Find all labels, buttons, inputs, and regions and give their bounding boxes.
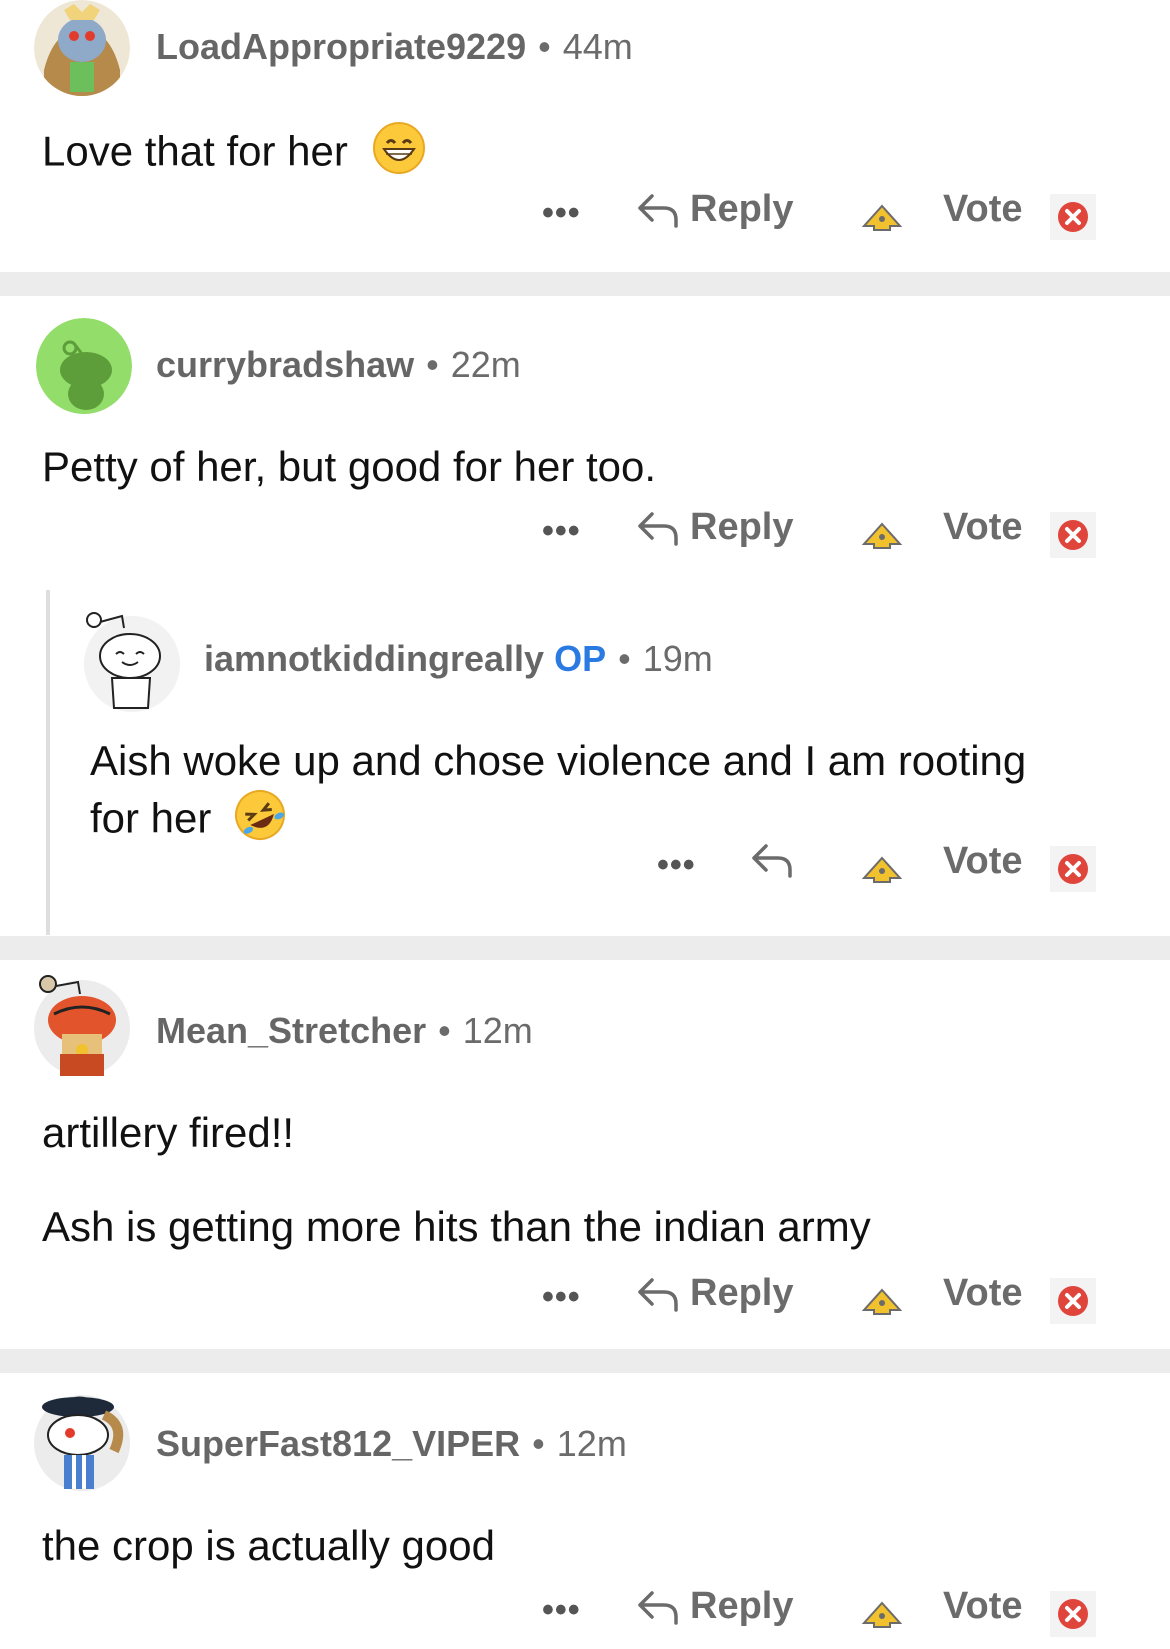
- downvote-icon[interactable]: [1050, 1278, 1096, 1324]
- downvote-icon[interactable]: [1050, 194, 1096, 240]
- reply-label: Reply: [690, 506, 794, 548]
- downvote-icon[interactable]: [1050, 1591, 1096, 1637]
- username[interactable]: SuperFast812_VIPER: [156, 1423, 520, 1464]
- vote-label: Vote: [943, 1585, 1023, 1627]
- timestamp: 19m: [642, 638, 713, 679]
- comment-5: SuperFast812_VIPER • 12m the crop is actua…: [0, 1373, 1170, 1649]
- reply-label: Reply: [690, 188, 794, 230]
- comment-divider: [0, 272, 1170, 296]
- comment-divider: [0, 936, 1170, 960]
- comment-actions: ••• Reply Vote: [0, 188, 1170, 248]
- downvote-icon[interactable]: [1050, 512, 1096, 558]
- upvote-icon[interactable]: [860, 522, 904, 550]
- comment-divider: [0, 1349, 1170, 1373]
- avatar[interactable]: [34, 975, 130, 1076]
- upvote-icon[interactable]: [860, 1601, 904, 1629]
- comment-1: LoadAppropriate9229 • 44m Love that for he…: [0, 0, 1170, 270]
- comment-meta: SuperFast812_VIPER • 12m: [156, 1423, 627, 1465]
- upvote-icon[interactable]: [860, 1288, 904, 1316]
- comment-text: Love that for her: [42, 127, 348, 175]
- comment-meta: Mean_Stretcher • 12m: [156, 1010, 533, 1052]
- vote-label: Vote: [943, 506, 1023, 548]
- more-options-icon[interactable]: •••: [542, 1591, 581, 1630]
- vote-label: Vote: [943, 840, 1023, 882]
- comment-actions: ••• Reply Vote: [0, 506, 1170, 566]
- reply-arrow-icon: [638, 193, 678, 228]
- reply-label: Reply: [690, 1272, 794, 1314]
- reply-arrow-icon: [638, 1590, 678, 1625]
- reply-button[interactable]: Reply: [636, 1585, 793, 1628]
- separator: •: [532, 1423, 545, 1464]
- reply-arrow-icon: [638, 511, 678, 546]
- avatar[interactable]: [34, 1395, 130, 1491]
- comment-text-line-1: Aish woke up and chose violence and I am…: [90, 737, 1027, 784]
- comment-meta: currybradshaw • 22m: [156, 344, 521, 386]
- comment-4: Mean_Stretcher • 12m artillery fired!! Ash…: [0, 960, 1170, 1345]
- avatar[interactable]: [36, 318, 132, 414]
- separator: •: [438, 1010, 451, 1051]
- username[interactable]: currybradshaw: [156, 344, 414, 385]
- comment-body-line-1: artillery fired!!: [42, 1109, 295, 1156]
- more-options-icon[interactable]: •••: [657, 846, 696, 885]
- reply-arrow-icon: [638, 1277, 678, 1312]
- reply-button[interactable]: Reply: [636, 506, 793, 549]
- downvote-icon[interactable]: [1050, 846, 1096, 892]
- comment-text-line-2: for her: [90, 794, 212, 842]
- avatar[interactable]: [84, 612, 180, 712]
- comment-body: Aish woke up and chose violence and I am…: [90, 734, 1026, 855]
- comment-actions: ••• Reply Vote: [0, 1272, 1170, 1332]
- reply-arrow-icon: [752, 844, 792, 878]
- timestamp: 12m: [462, 1010, 533, 1051]
- comment-meta: LoadAppropriate9229 • 44m: [156, 26, 633, 68]
- username[interactable]: iamnotkiddingreally: [204, 638, 544, 679]
- vote-label: Vote: [943, 188, 1023, 230]
- grinning-face-icon: [372, 121, 426, 188]
- separator: •: [538, 26, 551, 67]
- timestamp: 22m: [450, 344, 521, 385]
- more-options-icon[interactable]: •••: [542, 194, 581, 233]
- reply-button[interactable]: Reply: [636, 1272, 793, 1315]
- comment-body: Love that for her: [42, 121, 426, 188]
- vote-label: Vote: [943, 1272, 1023, 1314]
- reply-button[interactable]: Reply: [636, 188, 793, 231]
- avatar[interactable]: [34, 0, 130, 96]
- upvote-icon[interactable]: [860, 856, 904, 884]
- upvote-icon[interactable]: [860, 204, 904, 232]
- more-options-icon[interactable]: •••: [542, 512, 581, 551]
- username[interactable]: Mean_Stretcher: [156, 1010, 426, 1051]
- timestamp: 44m: [562, 26, 633, 67]
- comment-body: the crop is actually good: [42, 1522, 495, 1569]
- comment-body-line-2: Ash is getting more hits than the indian…: [42, 1203, 871, 1250]
- reply-label: Reply: [690, 1585, 794, 1627]
- comment-actions: ••• Vote: [0, 840, 1170, 900]
- reply-button[interactable]: [750, 840, 804, 880]
- separator: •: [426, 344, 439, 385]
- comment-meta: iamnotkiddingreally OP • 19m: [204, 638, 713, 680]
- comment-2: currybradshaw • 22m Petty of her, but good…: [0, 296, 1170, 566]
- op-badge: OP: [554, 638, 607, 679]
- timestamp: 12m: [556, 1423, 627, 1464]
- comment-3-reply: iamnotkiddingreally OP • 19m Aish woke up a…: [0, 590, 1170, 935]
- username[interactable]: LoadAppropriate9229: [156, 26, 526, 67]
- more-options-icon[interactable]: •••: [542, 1278, 581, 1317]
- comment-body: Petty of her, but good for her too.: [42, 443, 657, 490]
- comment-actions: ••• Reply Vote: [0, 1585, 1170, 1645]
- separator: •: [618, 638, 631, 679]
